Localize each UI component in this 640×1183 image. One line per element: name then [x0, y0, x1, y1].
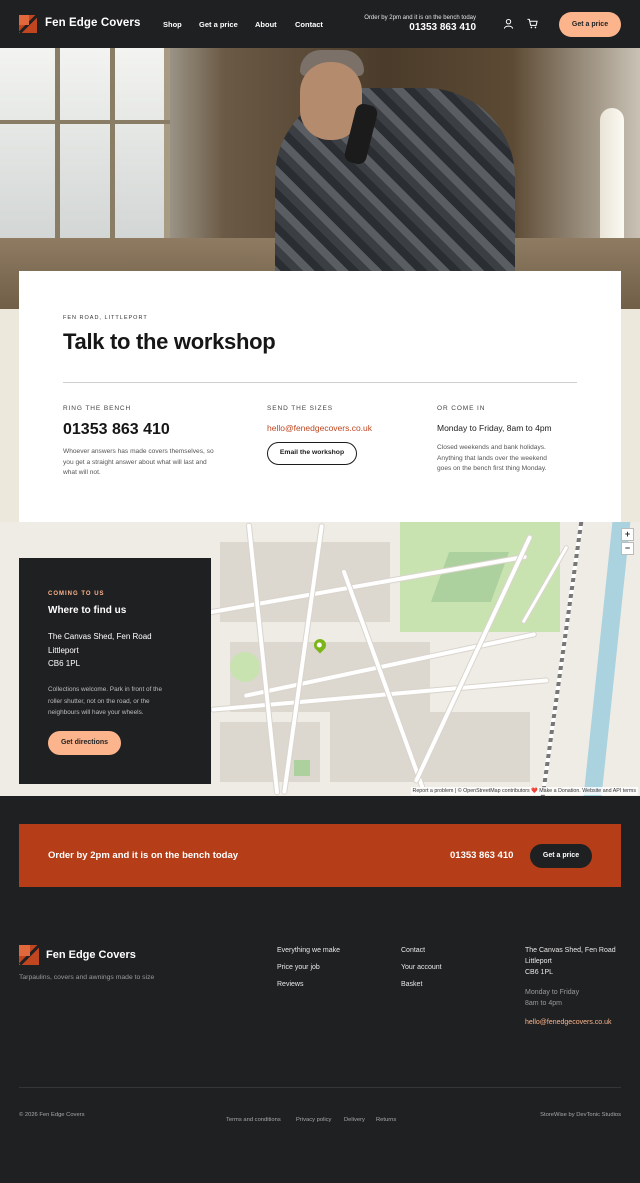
footer-link-everything[interactable]: Everything we make — [277, 947, 340, 954]
workshop-window — [0, 48, 170, 258]
get-directions-button[interactable]: Get directions — [48, 731, 121, 755]
find-us-title: Where to find us — [48, 605, 127, 616]
footer-delivery-link[interactable]: Delivery — [344, 1117, 365, 1123]
cta-get-price-button[interactable]: Get a price — [530, 844, 592, 868]
cta-text: Order by 2pm and it is on the bench toda… — [48, 850, 239, 861]
footer-tagline: Tarpaulins, covers and awnings made to s… — [19, 974, 155, 981]
hero-photo — [0, 48, 640, 309]
footer-link-price[interactable]: Price your job — [277, 964, 320, 971]
footer-address-1: The Canvas Shed, Fen Road — [525, 947, 616, 954]
workshop-phone[interactable]: 01353 863 410 — [63, 421, 170, 439]
zoom-in-button[interactable]: + — [621, 528, 634, 541]
location-map[interactable]: + − Report a problem | © OpenStreetMap c… — [0, 522, 640, 796]
footer-email-link[interactable]: hello@fenedgecovers.co.uk — [525, 1019, 612, 1026]
footer-privacy-link[interactable]: Privacy policy — [296, 1117, 331, 1123]
contact-card: FEN ROAD, LITTLEPORT Talk to the worksho… — [19, 271, 621, 522]
footer-link-basket[interactable]: Basket — [401, 981, 422, 988]
order-cta-banner: Order by 2pm and it is on the bench toda… — [19, 824, 621, 887]
address-line-2: Littleport — [48, 646, 79, 655]
footer-address-3: CB6 1PL — [525, 969, 554, 976]
footer-credit[interactable]: StoreWise by DevTonic Studios — [540, 1112, 621, 1118]
river — [583, 522, 631, 796]
footer-link-account[interactable]: Your account — [401, 964, 442, 971]
basket-icon[interactable] — [527, 18, 538, 29]
nav-get-a-price[interactable]: Get a price — [199, 20, 238, 29]
address-line-1: The Canvas Shed, Fen Road — [48, 632, 152, 641]
map-attribution[interactable]: Report a problem | © OpenStreetMap contr… — [410, 787, 638, 795]
cta-phone[interactable]: 01353 863 410 — [450, 850, 513, 861]
account-icon[interactable] — [503, 18, 514, 29]
collection-note: Collections welcome. Park in front of th… — [48, 686, 163, 716]
footer-brand[interactable]: Fen Edge Covers — [46, 949, 136, 961]
zoom-out-button[interactable]: − — [621, 542, 634, 555]
brand-name[interactable]: Fen Edge Covers — [45, 17, 140, 29]
workshop-email-link[interactable]: hello@fenedgecovers.co.uk — [267, 423, 372, 433]
find-us-eyebrow: COMING TO US — [48, 591, 105, 597]
find-us-card: COMING TO US Where to find us The Canvas… — [19, 558, 211, 784]
logo-icon[interactable] — [19, 15, 37, 33]
footer-link-contact[interactable]: Contact — [401, 947, 425, 954]
nav-about[interactable]: About — [255, 20, 277, 29]
footer-hours-days: Monday to Friday — [525, 989, 580, 996]
copyright: © 2026 Fen Edge Covers — [19, 1112, 85, 1118]
phone-description: Whoever answers has made covers themselv… — [63, 448, 214, 476]
footer-address-2: Littleport — [525, 958, 552, 965]
footer-terms-link[interactable]: Terms and conditions — [226, 1117, 281, 1123]
divider — [63, 382, 577, 383]
contact-title: Talk to the workshop — [63, 329, 276, 354]
footer-divider — [19, 1087, 621, 1088]
hours-description: Closed weekends and bank holidays. Anyth… — [437, 444, 547, 472]
header-get-price-button[interactable]: Get a price — [559, 12, 621, 37]
header-phone[interactable]: 01353 863 410 — [409, 22, 476, 33]
footer-hours-time: 8am to 4pm — [525, 1000, 562, 1007]
email-workshop-button[interactable]: Email the workshop — [267, 442, 357, 465]
opening-hours: Monday to Friday, 8am to 4pm — [437, 423, 552, 433]
address-postcode: CB6 1PL — [48, 659, 81, 668]
nav-contact[interactable]: Contact — [295, 20, 323, 29]
nav-shop[interactable]: Shop — [163, 20, 182, 29]
location-eyebrow: FEN ROAD, LITTLEPORT — [63, 315, 148, 321]
footer-link-reviews[interactable]: Reviews — [277, 981, 303, 988]
footer-returns-link[interactable]: Returns — [376, 1117, 396, 1123]
email-label: SEND THE SIZES — [267, 405, 333, 412]
footer-logo-icon[interactable] — [19, 945, 39, 965]
visit-label: OR COME IN — [437, 405, 486, 412]
phone-label: RING THE BENCH — [63, 405, 132, 412]
order-cutoff-note: Order by 2pm and it is on the bench toda… — [364, 15, 476, 21]
site-header: Fen Edge Covers Shop Get a price About C… — [0, 0, 640, 48]
